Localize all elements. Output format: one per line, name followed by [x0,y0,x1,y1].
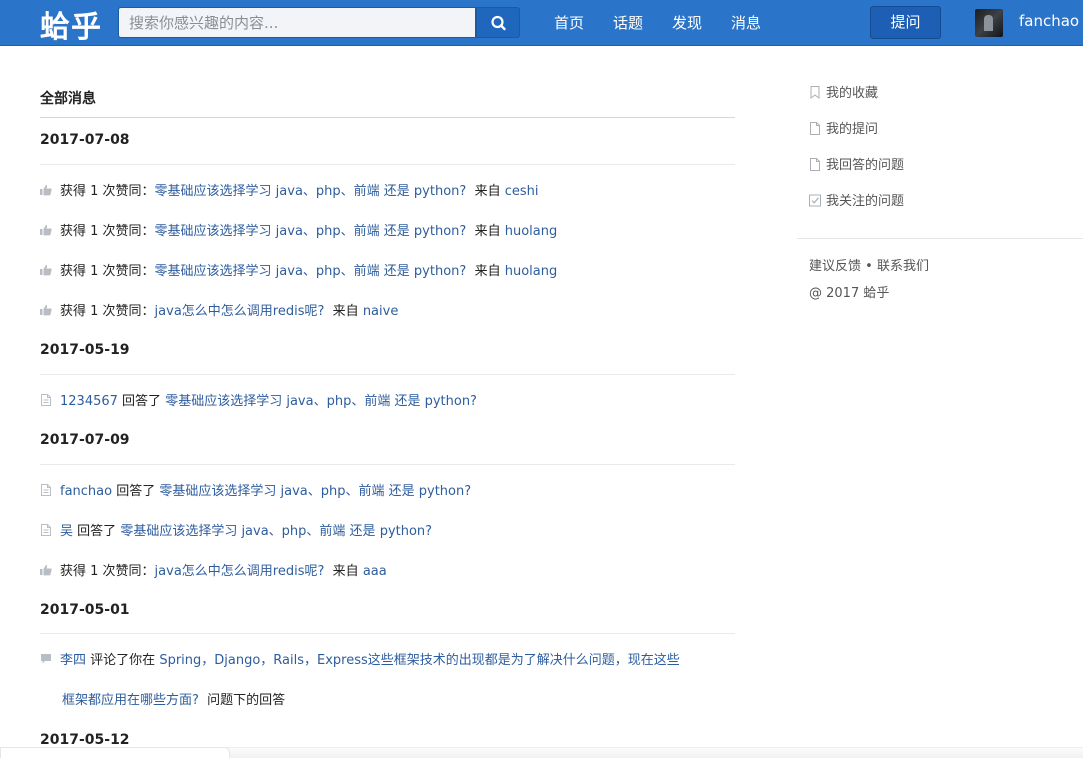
question-link[interactable]: 零基础应该选择学习 java、php、前端 还是 python? [155,264,467,279]
from-label: 来自 [474,224,501,239]
list-item: fanchao 回答了 零基础应该选择学习 java、php、前端 还是 pyt… [40,480,471,499]
feedback-link[interactable]: 建议反馈 [809,259,861,274]
divider [40,464,735,465]
question-link[interactable]: 零基础应该选择学习 java、php、前端 还是 python? [159,484,471,499]
list-item: 获得 1 次赞同：零基础应该选择学习 java、php、前端 还是 python… [40,260,557,279]
user-link[interactable]: ceshi [505,184,539,199]
vote-prefix: 获得 1 次赞同： [60,304,155,319]
thumbs-up-icon [40,564,52,576]
list-item-continuation: 框架都应用在哪些方面? 问题下的回答 [62,689,285,708]
from-label: 来自 [332,564,359,579]
nav-messages[interactable]: 消息 [731,12,761,33]
thumbs-up-icon [40,264,52,276]
top-navbar: 蛤乎 首页 话题 发现 消息 提问 fanchao [0,0,1083,46]
sidebar-item-my-answers[interactable]: 我回答的问题 [809,154,904,173]
list-item: 李四 评论了你在 Spring，Django，Rails，Express这些框架… [40,649,680,668]
vote-prefix: 获得 1 次赞同： [60,224,155,239]
sidebar-item-label: 我的收藏 [826,86,879,101]
site-logo[interactable]: 蛤乎 [40,2,102,46]
question-link[interactable]: Spring，Django，Rails，Express这些框架技术的出现都是为了… [159,653,679,668]
question-link[interactable]: java怎么中怎么调用redis呢? [155,304,325,319]
bookmark-icon [810,86,820,99]
from-label: 来自 [332,304,359,319]
page-title: 全部消息 [40,91,96,107]
suffix-text: 问题下的回答 [207,693,286,708]
status-tab [0,747,230,758]
contact-link[interactable]: 联系我们 [877,259,929,274]
user-link[interactable]: aaa [363,564,387,579]
nav-discover[interactable]: 发现 [672,12,702,33]
action-verb: 回答了 [122,394,162,409]
question-link[interactable]: java怎么中怎么调用redis呢? [155,564,325,579]
date-heading: 2017-05-19 [40,342,130,358]
sidebar-item-followed-questions[interactable]: 我关注的问题 [809,190,904,209]
list-item: 获得 1 次赞同：java怎么中怎么调用redis呢? 来自 aaa [40,560,387,579]
date-heading: 2017-07-09 [40,432,130,448]
question-link[interactable]: 零基础应该选择学习 java、php、前端 还是 python? [155,184,467,199]
user-link[interactable]: fanchao [60,484,112,499]
username-link[interactable]: fanchao [1019,12,1079,30]
sidebar-footer-links: 建议反馈 • 联系我们 [809,255,929,274]
nav-topics[interactable]: 话题 [613,12,643,33]
question-link[interactable]: 框架都应用在哪些方面? [62,693,199,708]
action-verb: 回答了 [116,484,156,499]
user-link[interactable]: huolang [505,224,558,239]
comment-icon [41,654,51,664]
vote-prefix: 获得 1 次赞同： [60,564,155,579]
sidebar-item-label: 我回答的问题 [826,158,905,173]
user-link[interactable]: huolang [505,264,558,279]
avatar[interactable] [975,9,1003,37]
from-label: 来自 [474,184,501,199]
thumbs-up-icon [40,304,52,316]
ask-question-button[interactable]: 提问 [870,6,941,39]
date-heading: 2017-05-01 [40,602,130,618]
from-label: 来自 [474,264,501,279]
sidebar-item-label: 我关注的问题 [826,194,905,209]
divider [797,238,1083,239]
user-link[interactable]: 吴 [60,524,73,539]
question-link[interactable]: 零基础应该选择学习 java、php、前端 还是 python? [165,394,477,409]
checkbox-icon [809,194,821,207]
action-verb: 回答了 [77,524,117,539]
vote-prefix: 获得 1 次赞同： [60,264,155,279]
sidebar-item-label: 我的提问 [826,122,879,137]
document-icon [810,158,820,171]
action-verb: 评论了你在 [90,653,156,668]
divider [40,117,735,118]
user-link[interactable]: 李四 [60,653,86,668]
copyright: @ 2017 蛤乎 [809,286,890,301]
divider [40,374,735,375]
date-heading: 2017-05-12 [40,732,130,748]
user-link[interactable]: 1234567 [60,394,118,409]
thumbs-up-icon [40,184,52,196]
list-item: 获得 1 次赞同：零基础应该选择学习 java、php、前端 还是 python… [40,180,539,199]
document-icon [41,394,51,406]
list-item: 获得 1 次赞同：零基础应该选择学习 java、php、前端 还是 python… [40,220,557,239]
list-item: 获得 1 次赞同：java怎么中怎么调用redis呢? 来自 naive [40,300,398,319]
sidebar-item-my-questions[interactable]: 我的提问 [809,118,878,137]
thumbs-up-icon [40,224,52,236]
search-input[interactable] [118,7,476,38]
separator-dot: • [865,259,873,274]
document-icon [41,484,51,496]
document-icon [41,524,51,536]
divider [40,164,735,165]
question-link[interactable]: 零基础应该选择学习 java、php、前端 还是 python? [155,224,467,239]
user-link[interactable]: naive [363,304,399,319]
document-icon [810,122,820,135]
list-item: 吴 回答了 零基础应该选择学习 java、php、前端 还是 python? [40,520,432,539]
question-link[interactable]: 零基础应该选择学习 java、php、前端 还是 python? [120,524,432,539]
search-button[interactable] [476,7,520,38]
divider [40,633,735,634]
date-heading: 2017-07-08 [40,132,130,148]
list-item: 1234567 回答了 零基础应该选择学习 java、php、前端 还是 pyt… [40,390,477,409]
sidebar-item-favorites[interactable]: 我的收藏 [809,82,878,101]
vote-prefix: 获得 1 次赞同： [60,184,155,199]
search-icon [491,15,506,31]
nav-home[interactable]: 首页 [554,12,584,33]
